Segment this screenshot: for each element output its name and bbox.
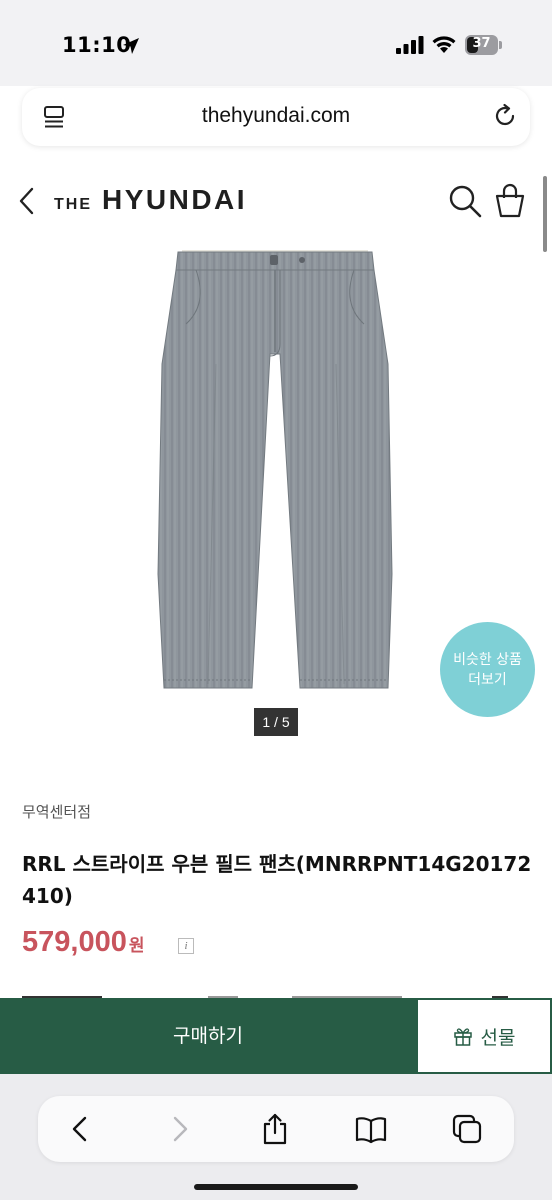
price-row: 579,000 원 — [22, 926, 144, 962]
similar-products-button[interactable]: 비슷한 상품 더보기 — [440, 622, 535, 717]
share-icon[interactable] — [258, 1112, 292, 1146]
site-header: THE HYUNDAI — [0, 160, 552, 242]
shopping-bag-icon[interactable] — [494, 182, 526, 218]
gift-label: 선물 — [480, 1026, 516, 1049]
buy-button[interactable]: 구매하기 — [0, 998, 416, 1074]
price-unit: 원 — [128, 936, 145, 956]
price-value: 579,000 — [22, 926, 127, 958]
search-icon[interactable] — [448, 184, 482, 218]
gift-icon — [453, 1028, 472, 1046]
browser-forward-icon[interactable] — [162, 1112, 196, 1146]
signal-icon — [396, 36, 424, 54]
browser-back-icon[interactable] — [64, 1112, 98, 1146]
product-image[interactable] — [120, 244, 430, 694]
logo-prefix: THE — [54, 196, 92, 213]
tabs-icon[interactable] — [450, 1112, 484, 1146]
browser-toolbar — [38, 1096, 514, 1162]
store-name[interactable]: 무역센터점 — [22, 801, 91, 822]
url-text[interactable]: thehyundai.com — [22, 104, 530, 128]
product-title: RRL 스트라이프 우븐 필드 팬츠(MNRRPNT14G20172410) — [22, 852, 532, 908]
back-icon[interactable] — [16, 186, 38, 216]
home-indicator — [194, 1184, 358, 1190]
the-hyundai-logo[interactable]: THE HYUNDAI — [54, 184, 247, 218]
battery-icon: 37 — [465, 35, 503, 55]
location-arrow-icon — [123, 38, 139, 54]
similar-line-1: 비슷한 상품 — [453, 651, 522, 668]
price-info-icon[interactable]: i — [178, 938, 194, 954]
address-bar[interactable]: thehyundai.com — [22, 88, 530, 146]
image-counter: 1 / 5 — [254, 708, 298, 736]
logo-main: HYUNDAI — [102, 184, 248, 215]
bookmarks-icon[interactable] — [354, 1112, 388, 1146]
gift-button[interactable]: 선물 — [416, 998, 552, 1074]
scroll-indicator[interactable] — [543, 176, 547, 252]
battery-level: 37 — [472, 36, 491, 51]
wifi-icon — [432, 36, 456, 53]
reload-icon[interactable] — [492, 103, 518, 129]
similar-line-2: 더보기 — [468, 671, 507, 688]
status-bar: 11:10 37 — [0, 0, 552, 86]
